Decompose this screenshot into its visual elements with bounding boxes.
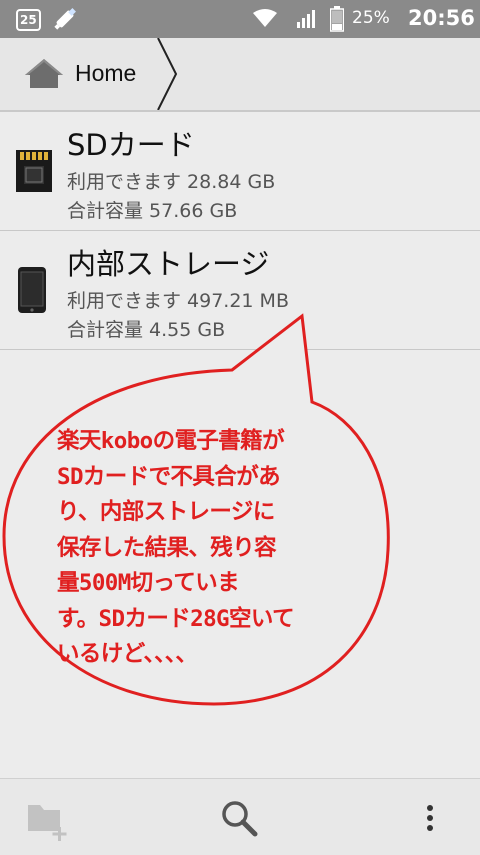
more-vert-icon[interactable]	[418, 799, 442, 839]
storage-total: 合計容量 57.66 GB	[67, 200, 238, 222]
storage-name: 内部ストレージ	[67, 247, 270, 281]
sd-card-icon	[14, 146, 54, 198]
battery-percent: 25%	[352, 8, 390, 28]
search-icon[interactable]	[218, 797, 262, 841]
chevron-right-icon	[156, 37, 180, 114]
new-folder-icon[interactable]	[24, 797, 72, 841]
battery-icon	[329, 6, 345, 36]
storage-item-sdcard[interactable]: SDカード 利用できます 28.84 GB 合計容量 57.66 GB	[0, 112, 480, 231]
home-icon[interactable]	[22, 56, 66, 94]
breadcrumb: Home	[0, 37, 480, 114]
breadcrumb-home[interactable]: Home	[75, 60, 136, 87]
signal-icon	[296, 8, 318, 34]
storage-name: SDカード	[67, 128, 195, 162]
annotation-text: 楽天koboの電子書籍が SDカードで不具合があ り、内部ストレージに 保存した…	[57, 428, 295, 667]
storage-available: 利用できます 28.84 GB	[67, 171, 276, 193]
notification-count-icon: 25	[16, 9, 41, 31]
bottom-toolbar	[0, 778, 480, 855]
status-bar: 25 25% 20:56	[0, 0, 480, 38]
usb-debug-icon	[50, 5, 80, 37]
clock: 20:56	[408, 6, 475, 30]
wifi-icon	[252, 8, 278, 32]
